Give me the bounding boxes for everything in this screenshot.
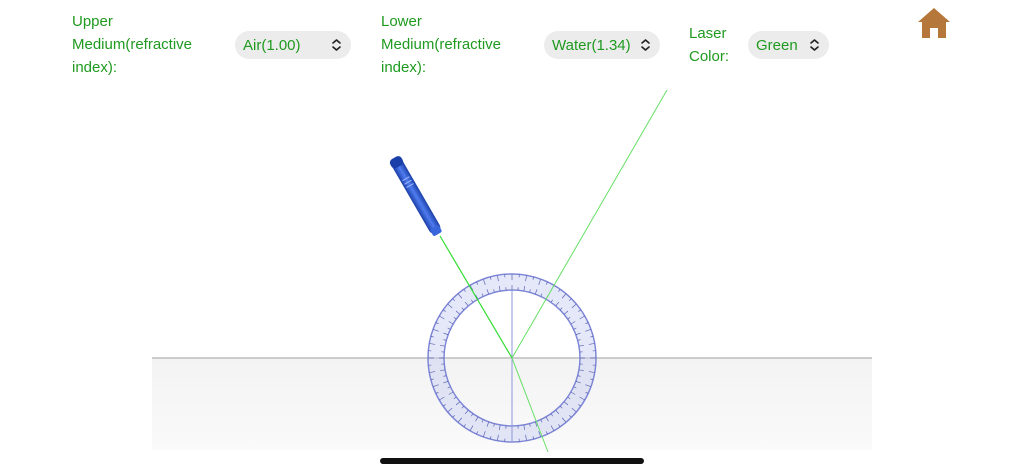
lower-medium-select[interactable]: Water(1.34) xyxy=(544,31,660,59)
home-icon[interactable] xyxy=(916,6,952,40)
chevron-up-down-icon xyxy=(641,39,650,51)
reflected-beam xyxy=(511,89,668,359)
upper-medium-select[interactable]: Air(1.00) xyxy=(235,31,351,59)
laser-color-label: Laser Color: xyxy=(689,25,730,65)
chevron-up-down-icon xyxy=(332,39,341,51)
upper-medium-label: Upper Medium(refractive index): xyxy=(72,13,193,76)
laser-color-select[interactable]: Green xyxy=(748,31,829,59)
laser-color-value: Green xyxy=(756,36,798,54)
incident-beam xyxy=(439,235,513,359)
chevron-up-down-icon xyxy=(810,39,819,51)
laser-pointer[interactable] xyxy=(388,155,443,238)
lower-medium-value: Water(1.34) xyxy=(552,36,631,54)
app-screen: Upper Medium(refractive index): Air(1.00… xyxy=(0,0,1024,473)
upper-medium-value: Air(1.00) xyxy=(243,36,301,54)
lower-medium-label: Lower Medium(refractive index): xyxy=(381,13,502,76)
home-indicator-bar xyxy=(380,458,644,464)
